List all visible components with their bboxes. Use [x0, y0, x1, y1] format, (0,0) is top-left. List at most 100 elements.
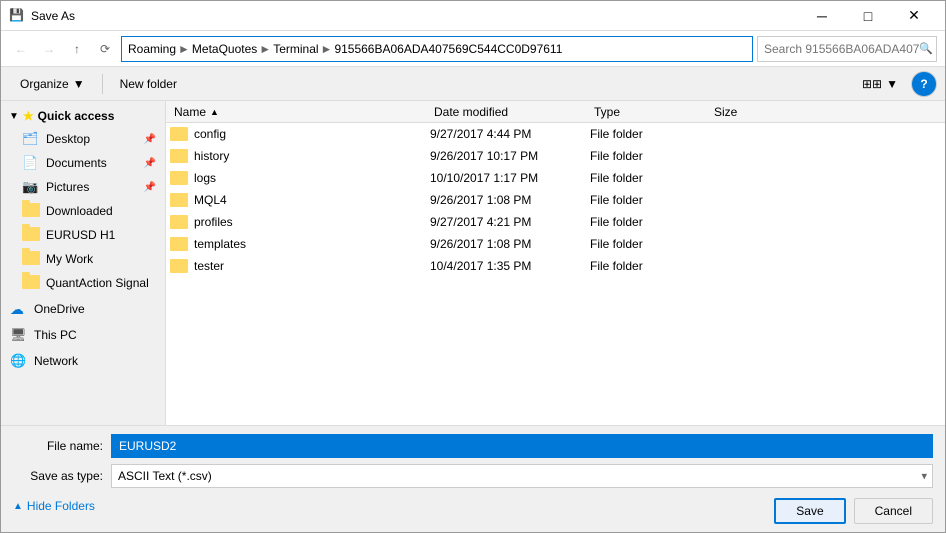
quick-access-label: Quick access: [38, 109, 115, 123]
bottom-bar: File name: Save as type: ASCII Text (*.c…: [1, 425, 945, 532]
help-button[interactable]: ?: [911, 71, 937, 97]
breadcrumb-metaquotes[interactable]: MetaQuotes: [192, 42, 257, 56]
col-date-label: Date modified: [434, 105, 508, 119]
pin-icon-pictures: 📌: [144, 182, 156, 193]
breadcrumb-bar[interactable]: Roaming ► MetaQuotes ► Terminal ► 915566…: [121, 36, 753, 62]
breadcrumb-terminal[interactable]: Terminal: [273, 42, 318, 56]
folder-icon: [170, 259, 188, 273]
toolbar: Organize ▼ New folder ⊞⊞ ▼ ?: [1, 67, 945, 101]
quick-access-header[interactable]: ▼ ★ Quick access: [1, 105, 165, 127]
new-folder-label: New folder: [120, 77, 177, 91]
mywork-folder-icon: [22, 251, 40, 267]
col-header-date[interactable]: Date modified: [430, 105, 590, 119]
table-row[interactable]: logs 10/10/2017 1:17 PM File folder: [166, 167, 945, 189]
folder-icon: [170, 171, 188, 185]
table-row[interactable]: profiles 9/27/2017 4:21 PM File folder: [166, 211, 945, 233]
close-button[interactable]: ✕: [891, 1, 937, 31]
file-date: 9/26/2017 1:08 PM: [430, 193, 590, 207]
file-type: File folder: [590, 237, 710, 251]
sidebar-item-onedrive[interactable]: ☁ OneDrive: [1, 297, 165, 321]
file-name: tester: [194, 259, 224, 273]
breadcrumb-folder[interactable]: 915566BA06ADA407569C544CC0D97611: [334, 42, 562, 56]
quantaction-folder-icon: [22, 275, 40, 291]
thispc-section: 🖥 This PC: [1, 323, 165, 347]
star-icon: ★: [23, 109, 34, 123]
sidebar-item-documents-label: Documents: [46, 156, 107, 170]
search-box[interactable]: 🔍: [757, 36, 937, 62]
filename-row: File name:: [13, 434, 933, 458]
folder-icon: [170, 193, 188, 207]
savetype-row: Save as type: ASCII Text (*.csv): [13, 464, 933, 488]
file-type: File folder: [590, 259, 710, 273]
col-header-name[interactable]: Name ▲: [170, 105, 430, 119]
new-folder-button[interactable]: New folder: [109, 71, 188, 97]
maximize-button[interactable]: □: [845, 1, 891, 31]
file-date: 9/26/2017 1:08 PM: [430, 237, 590, 251]
sidebar-item-eurusdh1-label: EURUSD H1: [46, 228, 115, 242]
sidebar-item-thispc[interactable]: 🖥 This PC: [1, 323, 165, 347]
downloaded-folder-icon: [22, 203, 40, 219]
table-row[interactable]: history 9/26/2017 10:17 PM File folder: [166, 145, 945, 167]
sidebar-item-network[interactable]: 🌐 Network: [1, 349, 165, 373]
thispc-icon: 🖥: [10, 327, 28, 343]
savetype-wrapper: ASCII Text (*.csv): [111, 464, 933, 488]
col-header-size[interactable]: Size: [710, 105, 790, 119]
file-date: 9/27/2017 4:44 PM: [430, 127, 590, 141]
file-type: File folder: [590, 149, 710, 163]
col-header-type[interactable]: Type: [590, 105, 710, 119]
eurusdh1-folder-icon: [22, 227, 40, 243]
sidebar: ▼ ★ Quick access 🗂 Desktop 📌 📄 Documents…: [1, 101, 166, 425]
back-button[interactable]: ←: [9, 37, 33, 61]
minimize-button[interactable]: ─: [799, 1, 845, 31]
cancel-button[interactable]: Cancel: [854, 498, 933, 524]
sidebar-item-quantaction[interactable]: QuantAction Signal: [1, 271, 165, 295]
refresh-button[interactable]: ⟳: [93, 37, 117, 61]
view-button[interactable]: ⊞⊞ ▼: [851, 71, 909, 97]
chevron-up-icon: ▲: [13, 501, 23, 512]
pin-icon-documents: 📌: [144, 158, 156, 169]
file-name: templates: [194, 237, 246, 251]
organize-button[interactable]: Organize ▼: [9, 71, 96, 97]
sidebar-item-mywork[interactable]: My Work: [1, 247, 165, 271]
table-row[interactable]: tester 10/4/2017 1:35 PM File folder: [166, 255, 945, 277]
col-name-label: Name: [174, 105, 206, 119]
title-bar-buttons: ─ □ ✕: [799, 1, 937, 31]
filename-label: File name:: [13, 439, 103, 453]
desktop-icon: 🗂: [22, 131, 40, 147]
sidebar-item-documents[interactable]: 📄 Documents 📌: [1, 151, 165, 175]
hide-folders-button[interactable]: ▲ Hide Folders: [13, 499, 95, 513]
file-type: File folder: [590, 127, 710, 141]
save-button[interactable]: Save: [774, 498, 845, 524]
table-row[interactable]: MQL4 9/26/2017 1:08 PM File folder: [166, 189, 945, 211]
folder-icon: [170, 127, 188, 141]
onedrive-section: ☁ OneDrive: [1, 297, 165, 321]
file-type: File folder: [590, 171, 710, 185]
main-content: ▼ ★ Quick access 🗂 Desktop 📌 📄 Documents…: [1, 101, 945, 425]
view-chevron-icon: ▼: [886, 77, 898, 91]
save-as-dialog: 💾 Save As ─ □ ✕ ← → ↑ ⟳ Roaming ► MetaQu…: [0, 0, 946, 533]
file-rows: config 9/27/2017 4:44 PM File folder his…: [166, 123, 945, 277]
sidebar-item-pictures[interactable]: 📷 Pictures 📌: [1, 175, 165, 199]
sidebar-item-pictures-label: Pictures: [46, 180, 89, 194]
forward-button[interactable]: →: [37, 37, 61, 61]
filename-input[interactable]: [111, 434, 933, 458]
sidebar-item-eurusdh1[interactable]: EURUSD H1: [1, 223, 165, 247]
col-type-label: Type: [594, 105, 620, 119]
dialog-buttons: Save Cancel: [774, 498, 933, 524]
file-date: 9/27/2017 4:21 PM: [430, 215, 590, 229]
pin-icon-desktop: 📌: [144, 134, 156, 145]
sidebar-item-desktop[interactable]: 🗂 Desktop 📌: [1, 127, 165, 151]
folder-icon: [170, 237, 188, 251]
pictures-icon: 📷: [22, 179, 40, 195]
savetype-select[interactable]: ASCII Text (*.csv): [111, 464, 933, 488]
sidebar-item-mywork-label: My Work: [46, 252, 93, 266]
file-list: Name ▲ Date modified Type Size config 9/…: [166, 101, 945, 425]
file-list-header: Name ▲ Date modified Type Size: [166, 101, 945, 123]
table-row[interactable]: config 9/27/2017 4:44 PM File folder: [166, 123, 945, 145]
sidebar-item-downloaded[interactable]: Downloaded: [1, 199, 165, 223]
up-button[interactable]: ↑: [65, 37, 89, 61]
breadcrumb-roaming[interactable]: Roaming: [128, 42, 176, 56]
savetype-label: Save as type:: [13, 469, 103, 483]
search-input[interactable]: [764, 42, 919, 56]
table-row[interactable]: templates 9/26/2017 1:08 PM File folder: [166, 233, 945, 255]
